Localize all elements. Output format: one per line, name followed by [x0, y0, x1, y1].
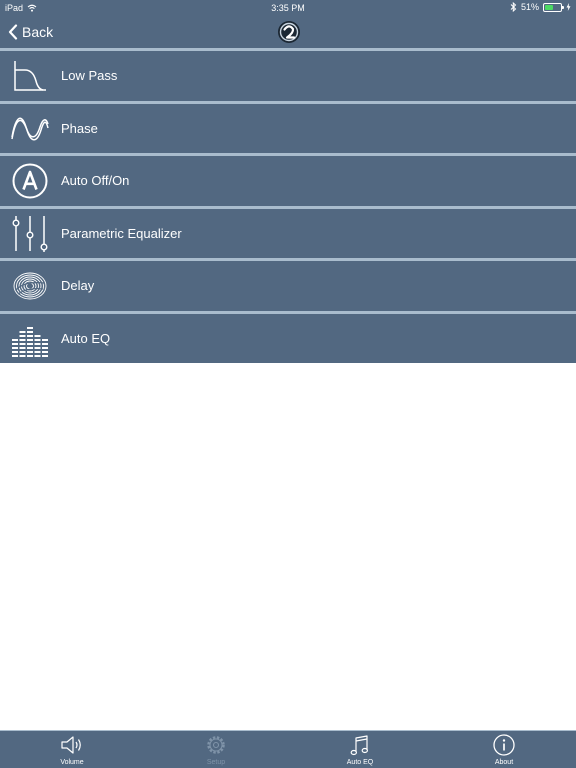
sliders-icon — [12, 215, 48, 252]
menu-item-label: Low Pass — [61, 68, 118, 83]
charging-bolt-icon — [566, 3, 571, 11]
menu-item-label: Delay — [61, 278, 95, 293]
status-time: 3:35 PM — [271, 3, 305, 13]
gear-icon — [207, 736, 225, 754]
menu-item-label: Auto EQ — [61, 330, 111, 346]
tab-label: About — [494, 759, 514, 766]
tab-label: Auto EQ — [346, 759, 374, 766]
back-label: Back — [22, 24, 54, 40]
status-right: 51% — [510, 2, 571, 12]
music-note-icon — [350, 735, 368, 756]
eq-bars-icon — [12, 326, 48, 357]
menu-item-low-pass[interactable]: Low Pass — [0, 48, 576, 101]
low-pass-filter-icon — [14, 61, 46, 91]
tab-volume[interactable]: Volume — [0, 731, 144, 768]
tab-about[interactable]: About — [432, 731, 576, 768]
tab-label: Setup — [206, 759, 226, 766]
menu-item-auto-eq[interactable]: Auto EQ — [0, 310, 576, 363]
circle-a-icon — [12, 163, 48, 199]
navigation-bar: Back — [0, 16, 576, 48]
menu-item-delay[interactable]: Delay — [0, 258, 576, 311]
back-button[interactable]: Back — [8, 22, 53, 42]
speaker-icon — [61, 736, 81, 754]
app-logo-icon — [278, 21, 300, 43]
chevron-left-icon — [8, 24, 18, 40]
bluetooth-icon — [510, 2, 517, 12]
tab-setup[interactable]: Setup — [144, 731, 288, 768]
fingerprint-icon — [13, 272, 47, 300]
menu-item-parametric-equalizer[interactable]: Parametric Equalizer — [0, 205, 576, 258]
sine-wave-icon — [11, 117, 49, 140]
tab-bar: Volume Setup Auto EQ About — [0, 730, 576, 768]
battery-icon — [543, 2, 564, 12]
info-icon — [493, 734, 515, 756]
battery-level-fill — [545, 4, 553, 10]
status-bar: iPad 3:35 PM 51% — [0, 0, 576, 16]
menu-item-label: Phase — [61, 120, 98, 136]
tab-auto-eq[interactable]: Auto EQ — [288, 731, 432, 768]
tab-label: Volume — [60, 759, 84, 766]
battery-percent: 51% — [520, 2, 539, 12]
menu-item-label: Auto Off/On — [61, 173, 130, 188]
app-screen: iPad 3:35 PM 51% Back Low Pass Phase Aut… — [0, 0, 576, 768]
settings-menu-list: Low Pass Phase Auto Off/On Parametric Eq… — [0, 48, 576, 363]
menu-item-auto-off-on[interactable]: Auto Off/On — [0, 153, 576, 206]
menu-item-label: Parametric Equalizer — [61, 225, 182, 241]
menu-item-phase[interactable]: Phase — [0, 100, 576, 153]
